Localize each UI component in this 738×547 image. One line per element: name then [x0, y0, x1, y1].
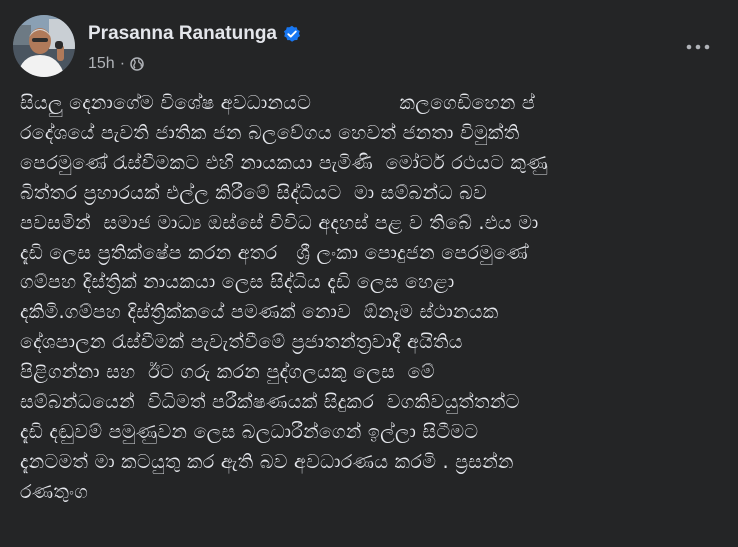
more-options-icon: [686, 44, 710, 50]
post-timestamp[interactable]: 15h: [88, 55, 115, 73]
post-body-text: සියලු දෙනාගේම විශේෂ අවධානයට කලගෙඩිහෙන ප්…: [20, 91, 549, 503]
avatar-photo: [13, 15, 75, 77]
post-header: Prasanna Ranatunga 15h ·: [13, 11, 738, 81]
meta-separator: ·: [119, 55, 126, 72]
post-meta: 15h ·: [88, 54, 144, 74]
author-line: Prasanna Ranatunga: [88, 19, 301, 49]
author-name[interactable]: Prasanna Ranatunga: [88, 23, 277, 45]
more-options-button[interactable]: [680, 37, 716, 57]
verified-badge-icon: [283, 25, 301, 43]
facebook-post: Prasanna Ranatunga 15h · සියලු දෙනාගේම ව…: [0, 0, 738, 547]
globe-icon: [130, 57, 144, 71]
author-avatar[interactable]: [13, 15, 75, 77]
